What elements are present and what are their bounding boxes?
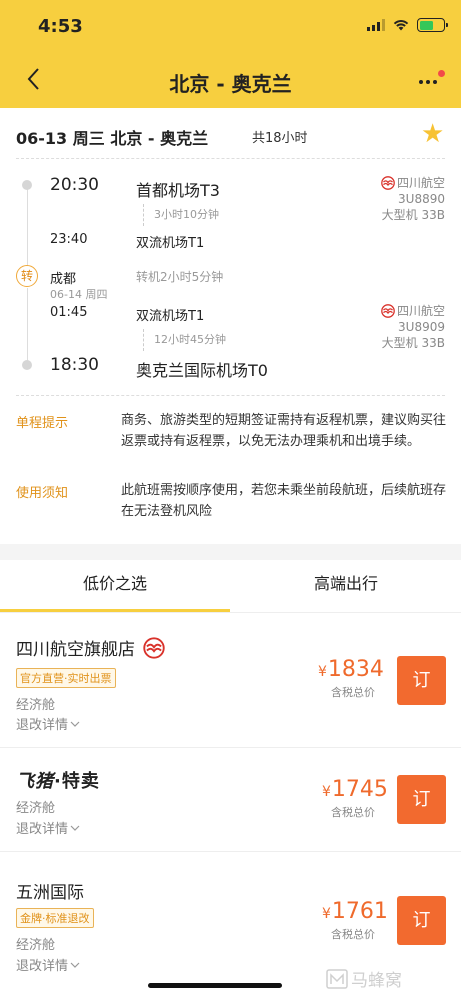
- home-indicator[interactable]: [148, 983, 282, 988]
- currency-symbol: ¥: [322, 906, 331, 922]
- offer-item[interactable]: 四川航空旗舰店 官方直营·实时出票 经济舱 退改详情 ¥1834 含税总价 订: [0, 613, 461, 747]
- segment1-flight-no: 3U8890: [398, 192, 445, 206]
- mafengwo-logo-icon: [326, 968, 348, 989]
- segment1-depart-airport: 首都机场T3: [136, 181, 220, 200]
- offer-price: ¥1745: [322, 777, 388, 802]
- price-value: 1745: [331, 777, 388, 802]
- offer-name: 五洲国际: [16, 883, 84, 903]
- tax-note: 含税总价: [331, 686, 375, 699]
- offer-tag: 金牌·标准退改: [16, 908, 94, 928]
- cellular-signal-icon: [367, 19, 385, 31]
- currency-symbol: ¥: [318, 664, 327, 680]
- segment2-arrive-airport: 奥克兰国际机场T0: [136, 361, 268, 380]
- transfer-badge: 转: [16, 265, 38, 287]
- offer-tabs: 低价之选 高端出行: [0, 560, 461, 612]
- currency-symbol: ¥: [322, 784, 331, 800]
- segment1-depart-time: 20:30: [50, 175, 99, 195]
- segment1-aircraft: 大型机 33B: [381, 208, 445, 222]
- book-button[interactable]: 订: [397, 656, 446, 705]
- timeline-line: [27, 188, 28, 271]
- more-icon: [419, 80, 437, 84]
- chevron-down-icon: [70, 825, 80, 831]
- book-button[interactable]: 订: [397, 775, 446, 824]
- offer-price: ¥1761: [322, 899, 388, 924]
- timeline-line: [27, 288, 28, 364]
- offer-tag: 官方直营·实时出票: [16, 668, 116, 688]
- offer-title: 五洲国际: [16, 878, 84, 903]
- note-label-oneway: 单程提示: [16, 416, 69, 431]
- chevron-down-icon: [70, 721, 80, 727]
- offer-price: ¥1834: [318, 657, 384, 682]
- more-button[interactable]: [417, 70, 445, 92]
- segment2-arrive-time: 18:30: [50, 355, 99, 375]
- departure-dot: [22, 180, 32, 190]
- price-value: 1761: [331, 899, 388, 924]
- book-button[interactable]: 订: [397, 896, 446, 945]
- offer-title: 四川航空旗舰店: [16, 635, 165, 660]
- tax-note: 含税总价: [331, 806, 375, 819]
- cabin-class: 经济舱: [16, 698, 56, 713]
- tab-premium[interactable]: 高端出行: [231, 560, 461, 612]
- status-icons: [367, 18, 448, 32]
- offer-title: 飞猪·特卖: [16, 767, 100, 793]
- flight-detail-card: 06-13 周三 北京 - 奥克兰 共18小时 ★ 转 20:30 首都机场T3…: [0, 108, 461, 544]
- divider: [16, 395, 445, 396]
- refund-details-label: 退改详情: [16, 959, 69, 974]
- refund-details-label: 退改详情: [16, 822, 69, 837]
- fliggy-special-label: ·特卖: [54, 771, 100, 792]
- segment1-arrive-time: 23:40: [50, 232, 88, 247]
- segment2-duration: 12小时45分钟: [143, 329, 226, 351]
- segment1-arrive-airport: 双流机场T1: [136, 236, 205, 251]
- segment2-airline: 四川航空: [396, 304, 445, 318]
- status-time: 4:53: [38, 16, 83, 37]
- chevron-down-icon: [70, 962, 80, 968]
- offer-name: 四川航空旗舰店: [16, 640, 135, 660]
- segment2-aircraft: 大型机 33B: [381, 336, 445, 350]
- price-value: 1834: [327, 657, 384, 682]
- cabin-class: 经济舱: [16, 938, 56, 953]
- segment2-flight-no: 3U8909: [398, 320, 445, 334]
- tab-low-price[interactable]: 低价之选: [0, 560, 230, 612]
- total-duration: 共18小时: [252, 131, 308, 146]
- refund-details-link[interactable]: 退改详情: [16, 818, 80, 837]
- segment1-duration: 3小时10分钟: [143, 204, 219, 226]
- transfer-layover: 转机2小时5分钟: [136, 270, 224, 284]
- segment2-airline-info: 四川航空 3U8909 大型机 33B: [381, 303, 445, 351]
- refund-details-link[interactable]: 退改详情: [16, 714, 80, 733]
- segment2-depart-airport: 双流机场T1: [136, 309, 205, 324]
- segment1-airline-info: 四川航空 3U8890 大型机 33B: [381, 175, 445, 223]
- watermark: 马蜂窝: [326, 966, 402, 991]
- page-title: 北京 - 奥克兰: [169, 72, 292, 96]
- route-summary: 06-13 周三 北京 - 奥克兰: [16, 129, 209, 148]
- sichuan-airlines-logo-icon: [381, 304, 395, 318]
- cabin-class: 经济舱: [16, 801, 56, 816]
- refund-details-label: 退改详情: [16, 718, 69, 733]
- note-label-usage: 使用须知: [16, 486, 69, 501]
- segment1-airline: 四川航空: [396, 176, 445, 190]
- battery-icon: [417, 18, 448, 32]
- app-header: 4:53 北京 - 奥克兰: [0, 0, 461, 108]
- fliggy-brand: 飞猪: [16, 771, 54, 792]
- arrival-dot: [22, 360, 32, 370]
- favorite-star-icon[interactable]: ★: [421, 121, 447, 147]
- segment2-depart-time: 01:45: [50, 305, 88, 320]
- divider: [16, 158, 445, 159]
- watermark-text: 马蜂窝: [351, 971, 402, 991]
- transfer-date: 06-14 周四: [50, 288, 108, 301]
- note-text-oneway: 商务、旅游类型的短期签证需持有返程机票，建议购买往返票或持有返程票，以免无法办理…: [121, 413, 447, 449]
- transfer-city: 成都: [50, 272, 77, 287]
- notification-badge: [438, 70, 445, 77]
- tax-note: 含税总价: [331, 928, 375, 941]
- refund-details-link[interactable]: 退改详情: [16, 955, 80, 974]
- offer-item[interactable]: 飞猪·特卖 经济舱 退改详情 ¥1745 含税总价 订: [0, 748, 461, 851]
- fliggy-logo: 飞猪·特卖: [16, 767, 100, 793]
- note-text-usage: 此航班需按顺序使用，若您未乘坐前段航班，后续航班存在无法登机风险: [121, 483, 447, 519]
- wifi-icon: [393, 20, 409, 31]
- sichuan-airlines-logo-icon: [143, 636, 165, 659]
- sichuan-airlines-logo-icon: [381, 176, 395, 190]
